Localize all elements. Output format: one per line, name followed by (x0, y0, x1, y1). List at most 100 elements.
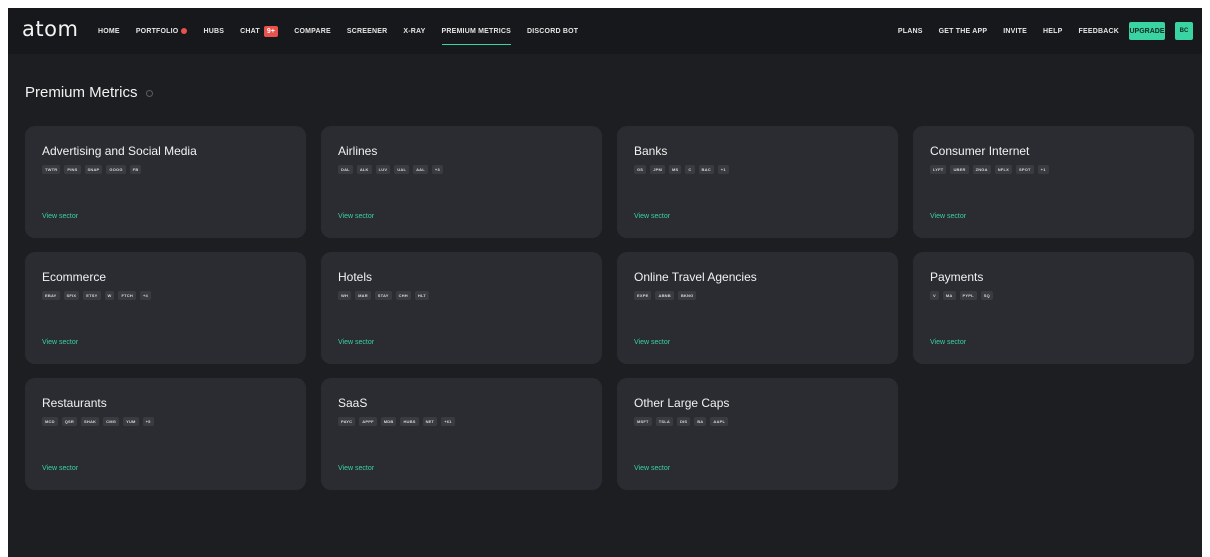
sector-card-online-travel-agencies[interactable]: Online Travel Agencies EXPE ABNB BKNG View s… (617, 252, 898, 364)
ticker-chip[interactable]: BKNG (677, 291, 697, 300)
ticker-chip[interactable]: MSFT (634, 417, 652, 426)
ticker-chip[interactable]: SNAP (84, 165, 103, 174)
ticker-chip[interactable]: YUM (123, 417, 139, 426)
sector-title: Ecommerce (42, 270, 107, 284)
info-icon[interactable] (145, 90, 153, 97)
view-sector-link[interactable]: View sector (42, 213, 78, 220)
ticker-chip[interactable]: +4 (139, 291, 151, 300)
ticker-chip[interactable]: QSR (61, 417, 77, 426)
nav-item-portfolio[interactable]: PORTFOLIO (136, 8, 188, 54)
view-sector-link[interactable]: View sector (634, 213, 670, 220)
ticker-chip[interactable]: PYPL (959, 291, 977, 300)
nav-item-chat[interactable]: CHAT 9+ (240, 8, 279, 54)
nav-item-premium-metrics[interactable]: PREMIUM METRICS (441, 8, 512, 54)
ticker-chip[interactable]: ZNGA (972, 165, 991, 174)
ticker-chip[interactable]: DIS (676, 417, 691, 426)
nav-item-compare[interactable]: COMPARE (294, 8, 331, 54)
ticker-chip[interactable]: LUV (375, 165, 391, 174)
ticker-chip[interactable]: HUBS (400, 417, 419, 426)
ticker-chip[interactable]: CHH (395, 291, 411, 300)
ticker-chip[interactable]: W (104, 291, 115, 300)
ticker-chip[interactable]: SHAK (81, 417, 100, 426)
ticker-chip[interactable]: PINS (64, 165, 81, 174)
ticker-chip[interactable]: WH (338, 291, 352, 300)
ticker-list: WH MAR STAY CHH HLT (338, 291, 585, 300)
ticker-chip[interactable]: ABNB (655, 291, 674, 300)
ticker-chip[interactable]: NET (422, 417, 438, 426)
ticker-chip[interactable]: SQ (980, 291, 993, 300)
sector-card-hotels[interactable]: Hotels WH MAR STAY CHH HLT View sector (321, 252, 602, 364)
ticker-chip[interactable]: ETSY (83, 291, 101, 300)
ticker-chip[interactable]: STAY (374, 291, 392, 300)
ticker-chip[interactable]: JPM (650, 165, 666, 174)
view-sector-link[interactable]: View sector (634, 339, 670, 346)
view-sector-link[interactable]: View sector (930, 339, 966, 346)
nav-item-invite[interactable]: INVITE (1003, 8, 1027, 54)
ticker-chip[interactable]: +1 (1037, 165, 1049, 174)
ticker-chip[interactable]: +61 (441, 417, 455, 426)
view-sector-link[interactable]: View sector (338, 213, 374, 220)
view-sector-link[interactable]: View sector (338, 465, 374, 472)
ticker-chip[interactable]: MCD (42, 417, 58, 426)
view-sector-link[interactable]: View sector (634, 465, 670, 472)
nav-item-get-the-app[interactable]: GET THE APP (939, 8, 988, 54)
nav-item-home[interactable]: HOME (98, 8, 120, 54)
view-sector-link[interactable]: View sector (930, 213, 966, 220)
ticker-chip[interactable]: MAR (355, 291, 371, 300)
ticker-chip[interactable]: SFIX (63, 291, 80, 300)
ticker-chip[interactable]: FTCH (118, 291, 136, 300)
sector-card-ecommerce[interactable]: Ecommerce EBAY SFIX ETSY W FTCH +4 View sector (25, 252, 306, 364)
ticker-chip[interactable]: C (685, 165, 695, 174)
ticker-chip[interactable]: ALK (356, 165, 372, 174)
ticker-chip[interactable]: +5 (142, 417, 154, 426)
ticker-chip[interactable]: HLT (414, 291, 429, 300)
ticker-chip[interactable]: GS (634, 165, 647, 174)
ticker-chip[interactable]: MA (942, 291, 956, 300)
sector-card-airlines[interactable]: Airlines DAL ALK LUV UAL AAL +3 View sector (321, 126, 602, 238)
ticker-chip[interactable]: NFLX (994, 165, 1012, 174)
sector-card-banks[interactable]: Banks GS JPM MS C BAC +1 View sector (617, 126, 898, 238)
ticker-chip[interactable]: SPOT (1015, 165, 1034, 174)
ticker-chip[interactable]: PAYC (338, 417, 356, 426)
ticker-chip[interactable]: GOOG (106, 165, 126, 174)
ticker-chip[interactable]: UBER (950, 165, 969, 174)
user-avatar[interactable]: BC (1175, 22, 1193, 40)
ticker-chip[interactable]: AAL (413, 165, 428, 174)
ticker-chip[interactable]: +1 (717, 165, 729, 174)
ticker-chip[interactable]: CMG (103, 417, 120, 426)
sector-card-other-large-caps[interactable]: Other Large Caps MSFT TSLA DIS BA AAPL View se… (617, 378, 898, 490)
nav-item-screener[interactable]: SCREENER (347, 8, 388, 54)
ticker-chip[interactable]: V (930, 291, 939, 300)
nav-item-hubs[interactable]: HUBS (203, 8, 224, 54)
ticker-chip[interactable]: UAL (394, 165, 410, 174)
nav-item-help[interactable]: HELP (1043, 8, 1062, 54)
upgrade-button[interactable]: UPGRADE (1129, 22, 1165, 40)
sector-card-consumer-internet[interactable]: Consumer Internet LYFT UBER ZNGA NFLX SPOT +1 V… (913, 126, 1194, 238)
view-sector-link[interactable]: View sector (42, 465, 78, 472)
sector-card-saas[interactable]: SaaS PAYC APPF MDB HUBS NET +61 View sector (321, 378, 602, 490)
ticker-chip[interactable]: AAPL (710, 417, 729, 426)
nav-item-x-ray[interactable]: X-RAY (403, 8, 425, 54)
ticker-chip[interactable]: APPF (359, 417, 377, 426)
nav-item-discord-bot[interactable]: DISCORD BOT (527, 8, 578, 54)
sector-card-advertising-and-social-media[interactable]: Advertising and Social Media TWTR PINS SNAP… (25, 126, 306, 238)
ticker-chip[interactable]: +3 (431, 165, 443, 174)
ticker-chip[interactable]: DAL (338, 165, 353, 174)
ticker-chip[interactable]: EBAY (42, 291, 60, 300)
ticker-chip[interactable]: EXPE (634, 291, 652, 300)
sector-card-restaurants[interactable]: Restaurants MCD QSR SHAK CMG YUM +5 View sector (25, 378, 306, 490)
view-sector-link[interactable]: View sector (338, 339, 374, 346)
ticker-chip[interactable]: LYFT (930, 165, 947, 174)
ticker-chip[interactable]: BA (694, 417, 707, 426)
view-sector-link[interactable]: View sector (42, 339, 78, 346)
atom-logo[interactable]: atom (22, 17, 78, 41)
ticker-chip[interactable]: TWTR (42, 165, 61, 174)
ticker-chip[interactable]: MS (669, 165, 682, 174)
ticker-chip[interactable]: TSLA (655, 417, 673, 426)
sector-card-payments[interactable]: Payments V MA PYPL SQ View sector (913, 252, 1194, 364)
nav-item-plans[interactable]: PLANS (898, 8, 923, 54)
nav-item-feedback[interactable]: FEEDBACK (1079, 8, 1120, 54)
ticker-chip[interactable]: BAC (698, 165, 714, 174)
ticker-chip[interactable]: MDB (380, 417, 397, 426)
ticker-chip[interactable]: FB (129, 165, 142, 174)
